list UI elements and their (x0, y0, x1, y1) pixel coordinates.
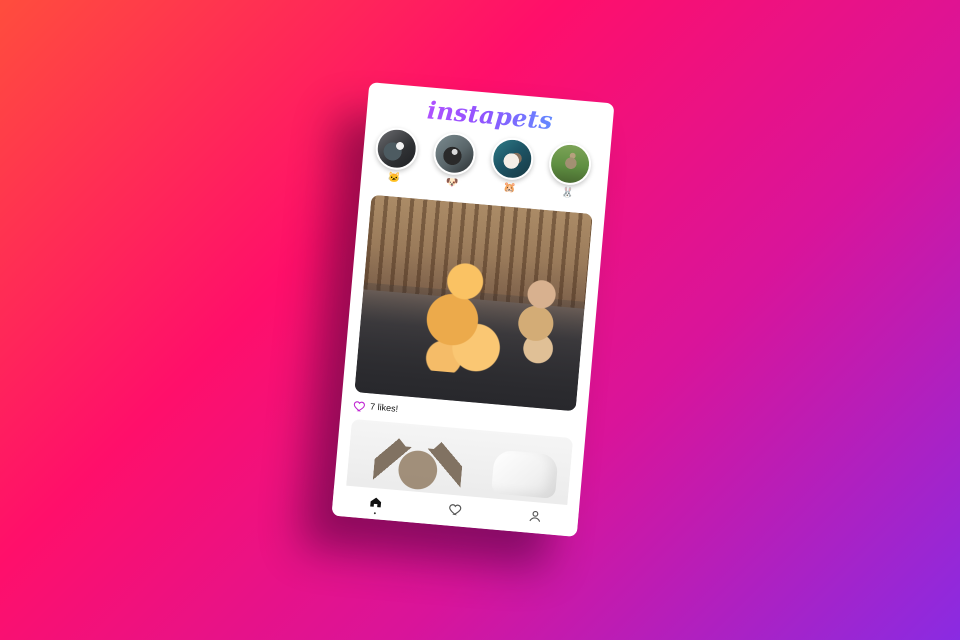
nav-likes[interactable] (439, 500, 471, 525)
story-hamster[interactable]: 🐹 (488, 136, 536, 197)
phone-screen: instapets 🐱 🐶 🐹 🐰 7 likes! (331, 82, 615, 537)
heart-icon (448, 502, 463, 517)
rabbit-photo (549, 143, 591, 185)
story-avatar-rabbit[interactable] (547, 141, 593, 187)
rabbit-badge-icon: 🐰 (560, 187, 575, 200)
pillow (491, 449, 559, 499)
hamster-photo (491, 138, 533, 180)
story-avatar-hamster[interactable] (489, 136, 536, 182)
cat-photo (376, 128, 418, 170)
story-rabbit[interactable]: 🐰 (546, 141, 593, 202)
post-likes: 7 likes! (353, 397, 399, 417)
stories-row: 🐱 🐶 🐹 🐰 (372, 125, 598, 205)
feed[interactable]: 7 likes! (346, 194, 593, 505)
home-icon (368, 495, 383, 510)
likes-text: 7 likes! (369, 401, 399, 414)
cat-photo (372, 429, 465, 498)
hamster-badge-icon: 🐹 (503, 182, 517, 195)
story-dog[interactable]: 🐶 (430, 131, 478, 192)
dog-badge-icon: 🐶 (445, 177, 459, 190)
active-indicator (373, 512, 376, 515)
story-avatar-dog[interactable] (431, 131, 478, 177)
background: instapets 🐱 🐶 🐹 🐰 7 likes! (0, 0, 960, 640)
dog-photo (433, 133, 476, 175)
second-dog (503, 273, 576, 371)
heart-icon[interactable] (353, 398, 367, 412)
cat-badge-icon: 🐱 (387, 172, 401, 185)
post-image-dogs[interactable] (354, 194, 593, 412)
nav-home[interactable] (360, 493, 392, 518)
story-cat[interactable]: 🐱 (373, 125, 420, 187)
story-avatar-cat[interactable] (373, 125, 420, 172)
nav-profile[interactable] (519, 507, 551, 532)
profile-icon (528, 509, 543, 524)
